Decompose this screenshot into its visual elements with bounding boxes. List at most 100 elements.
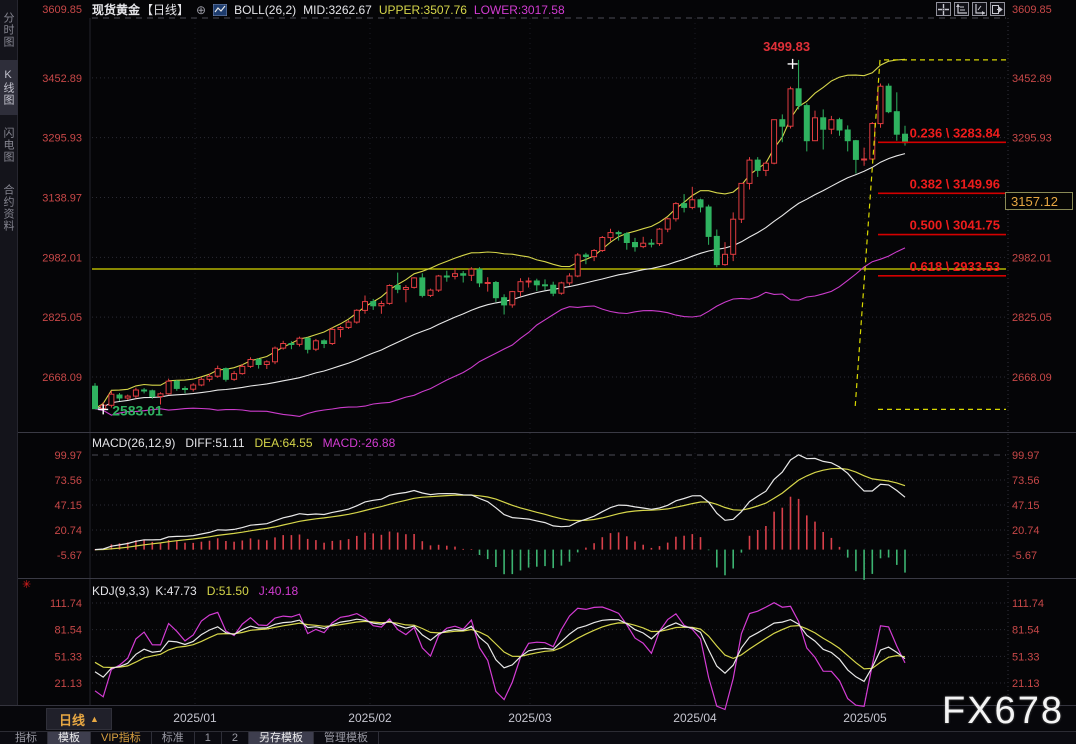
candle — [877, 85, 884, 125]
candle — [615, 232, 622, 235]
add-overlay-icon[interactable]: ⊕ — [196, 3, 206, 17]
x-axis-month-label: 2025/04 — [673, 711, 717, 725]
bottom-tab-1[interactable]: 模板 — [48, 732, 91, 744]
candle — [255, 359, 262, 365]
candle — [92, 385, 98, 410]
candle — [893, 111, 900, 135]
kdj-label: KDJ(9,3,3) — [92, 584, 150, 598]
bottom-tab-2[interactable]: VIP指标 — [91, 732, 152, 744]
chart-line — [94, 454, 906, 551]
axis-label: 51.33 — [1012, 651, 1040, 663]
macd-dea-value: DEA:64.55 — [254, 436, 313, 450]
bottom-tab-4[interactable]: 1 — [195, 732, 222, 744]
chart-line — [94, 58, 906, 410]
crosshair-tool-icon[interactable] — [936, 2, 951, 16]
sidebar-item-3[interactable]: 合约资料 — [0, 175, 18, 241]
axis-label: 99.97 — [54, 450, 82, 462]
boll-lower-value: LOWER:3017.58 — [473, 2, 565, 17]
bottom-tab-3[interactable]: 标准 — [152, 732, 195, 744]
bottom-tab-0[interactable]: 指标 — [5, 732, 48, 744]
x-axis-month-label: 2025/02 — [348, 711, 392, 725]
candle — [582, 254, 589, 257]
axis-label: 2668.09 — [42, 372, 82, 384]
candle — [312, 340, 319, 350]
candle — [411, 277, 418, 288]
candle — [337, 327, 344, 330]
x-axis-scale-icon[interactable] — [972, 2, 987, 16]
candle — [141, 389, 148, 392]
export-chart-icon[interactable] — [990, 2, 1005, 16]
candle — [762, 162, 769, 171]
fib-level-label: 0.382 \ 3149.96 — [910, 176, 1000, 191]
candle — [632, 242, 638, 248]
candle — [460, 273, 467, 276]
kdj-j-value: J:40.18 — [258, 584, 299, 598]
candle — [239, 365, 246, 375]
axis-label: 81.54 — [54, 625, 82, 637]
candle — [362, 301, 368, 311]
sidebar-item-0[interactable]: 分时图 — [0, 3, 18, 57]
candle — [803, 105, 810, 142]
candle — [836, 119, 843, 131]
chart-line — [94, 247, 906, 417]
chart-type-icon[interactable] — [213, 3, 228, 16]
candle — [713, 235, 720, 266]
candle — [378, 303, 385, 307]
axis-label: 3609.85 — [1012, 4, 1052, 16]
candle — [902, 133, 908, 144]
left-sidebar: 分时图 K线图闪电图合约资料 — [0, 0, 18, 705]
candle — [198, 378, 205, 386]
candle — [321, 340, 328, 344]
period-selector-button[interactable]: 日线 ▲ — [46, 708, 112, 730]
candle — [427, 289, 434, 296]
sidebar-item-1[interactable]: K线图 — [0, 60, 18, 115]
axis-label: 3295.93 — [42, 133, 82, 145]
candle — [722, 253, 728, 266]
candle — [288, 343, 295, 345]
axis-label: 3609.85 — [42, 4, 82, 16]
candle — [730, 218, 737, 255]
candle — [214, 368, 221, 377]
candle — [492, 282, 499, 299]
high-annotation: 3499.83 — [763, 39, 810, 54]
fib-vertical-line[interactable] — [854, 59, 881, 410]
axis-label: 2825.05 — [1012, 312, 1052, 324]
y-axis-scale-icon[interactable] — [954, 2, 969, 16]
symbol-name: 现货黄金 — [92, 3, 141, 17]
candle — [558, 282, 565, 294]
macd-value: MACD:-26.88 — [322, 436, 396, 450]
candle — [296, 337, 303, 345]
candle — [869, 123, 876, 160]
x-axis-month-label: 2025/03 — [508, 711, 552, 725]
candle — [304, 337, 311, 350]
axis-label: 111.74 — [50, 598, 82, 610]
chart-toolbar — [936, 2, 1005, 16]
axis-label: 21.13 — [1012, 678, 1040, 690]
axis-label: 20.74 — [54, 525, 82, 537]
sidebar-item-2[interactable]: 闪电图 — [0, 118, 18, 172]
bottom-tab-7[interactable]: 管理模板 — [314, 732, 379, 744]
candle — [402, 287, 409, 290]
candle — [157, 393, 164, 397]
candle — [672, 203, 679, 220]
bottom-tab-5[interactable]: 2 — [222, 732, 249, 744]
bottom-tab-6[interactable]: 另存模板 — [248, 732, 314, 744]
axis-label: 47.15 — [54, 500, 82, 512]
axis-label: -5.67 — [1012, 550, 1037, 562]
candle — [574, 254, 581, 277]
candle — [476, 268, 483, 284]
candle — [648, 242, 655, 245]
axis-label: 3452.89 — [42, 73, 82, 85]
chart-line — [94, 602, 906, 711]
chart-canvas[interactable]: 3609.85 3609.85 3452.89 3452.89 3295.93 3295.… — [0, 0, 1076, 720]
fib-level-label: 0.618 \ 2933.53 — [910, 259, 1000, 274]
axis-label: 47.15 — [1012, 500, 1040, 512]
candle — [787, 88, 794, 127]
indicator-settings-icon[interactable]: ✳ — [22, 578, 31, 591]
candle — [116, 394, 123, 399]
chart-line — [94, 467, 906, 551]
candle — [746, 159, 753, 184]
candle — [820, 117, 827, 130]
x-axis-month-label: 2025/05 — [843, 711, 887, 725]
axis-label: 21.13 — [54, 678, 82, 690]
